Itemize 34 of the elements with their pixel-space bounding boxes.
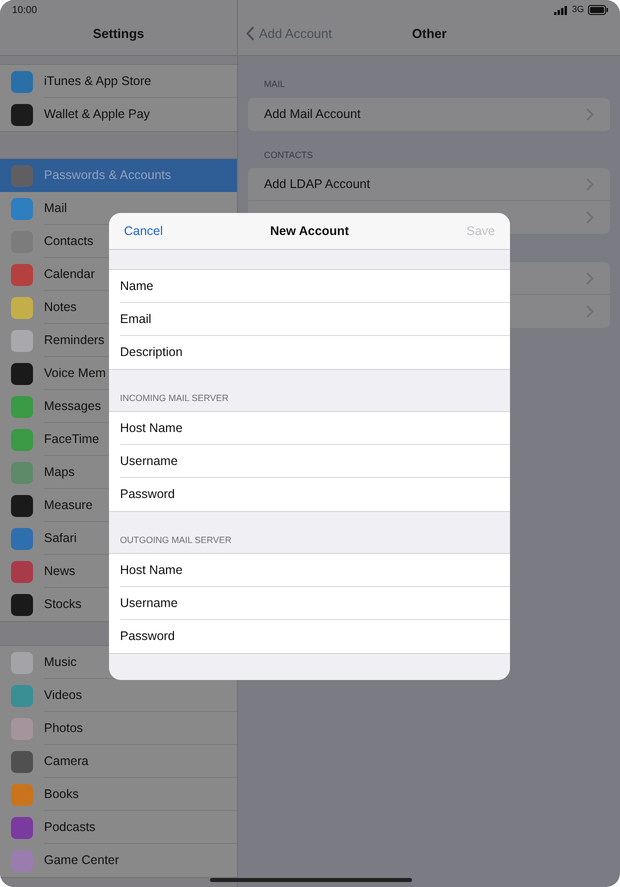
sidebar-label: Voice Mem [44, 364, 106, 382]
row-label: Add LDAP Account [264, 176, 370, 193]
sidebar-label: Videos [44, 686, 82, 704]
sidebar-label: FaceTime [44, 430, 100, 448]
sidebar-label: Maps [44, 464, 75, 481]
sidebar-label: News [44, 562, 76, 580]
sidebar-label: Measure [44, 496, 93, 514]
status-time: 10:00 [12, 4, 38, 18]
sidebar-label: Wallet & Apple Pay [44, 106, 150, 124]
sidebar-label: Notes [44, 298, 77, 316]
network-label: 3G [572, 3, 584, 16]
sidebar-title: Settings [92, 24, 144, 43]
sidebar-label: Reminders [44, 332, 104, 349]
sidebar-label: Messages [44, 398, 101, 415]
sidebar-label: Game Center [44, 852, 120, 870]
sidebar-label: iTunes & App Store [44, 72, 152, 90]
sidebar-label: Books [44, 786, 79, 803]
sidebar-label: Music [44, 654, 77, 671]
sidebar-label: Podcasts [44, 818, 96, 836]
sidebar-label: Passwords & Accounts [44, 167, 172, 184]
section-header: OUTGOING MAIL SERVER [120, 534, 232, 546]
section-header: MAIL [263, 78, 286, 91]
dialog-title: New Account [270, 222, 349, 240]
sidebar-label: Safari [44, 530, 77, 547]
sidebar-label: Calendar [44, 266, 95, 283]
row-label: Add Mail Account [264, 106, 361, 123]
sidebar-label: Mail [44, 200, 67, 217]
section-header: CONTACTS [263, 148, 314, 162]
sidebar-label: Contacts [44, 232, 94, 250]
detail-title: Other [412, 24, 447, 42]
sidebar-label: Photos [44, 720, 83, 737]
sidebar-label: Camera [44, 752, 88, 770]
sidebar-label: Stocks [44, 596, 82, 614]
section-header: INCOMING MAIL SERVER [120, 392, 229, 404]
